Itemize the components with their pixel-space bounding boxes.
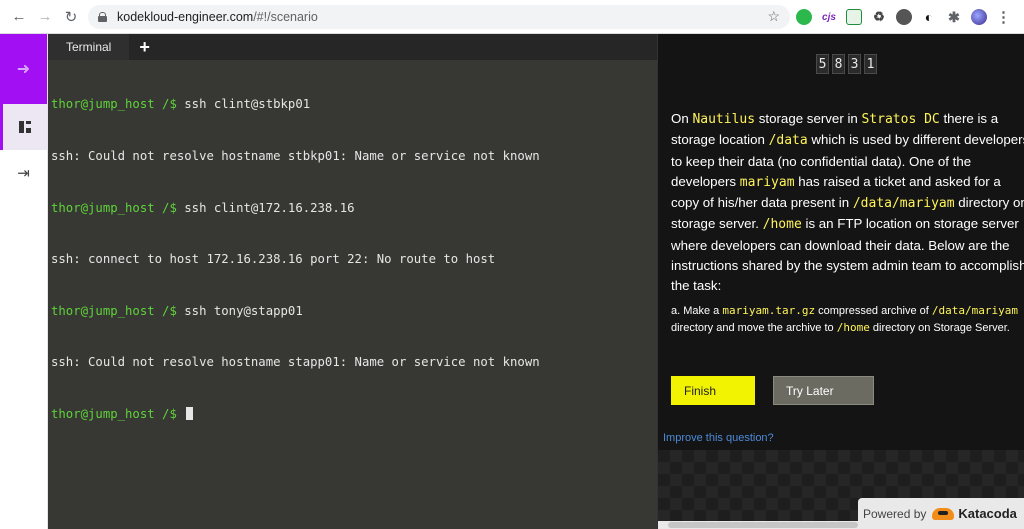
extension-circle-icon[interactable] (896, 9, 912, 25)
terminal-cursor (186, 407, 194, 421)
extensions-puzzle-icon[interactable]: ✱ (946, 9, 962, 25)
powered-by-label: Powered by (863, 506, 927, 521)
rail-arrow-icon[interactable]: ➜ (0, 34, 47, 104)
lock-icon (98, 12, 107, 22)
browser-toolbar: ← → ↻ kodekloud-engineer.com/#!/scenario… (0, 0, 1024, 34)
left-rail: ➜ ⇥ (0, 34, 48, 529)
countdown-timer: 5 8 3 1 (816, 54, 877, 74)
task-panel: 5 8 3 1 On Nautilus storage server in St… (657, 34, 1024, 529)
terminal-line: thor@jump_host /$ (51, 406, 654, 423)
address-bar[interactable]: kodekloud-engineer.com/#!/scenario ☆ (88, 5, 790, 29)
terminal-line: thor@jump_host /$ ssh clint@stbkp01 (51, 97, 311, 112)
reload-button[interactable]: ↻ (60, 6, 82, 28)
try-later-button[interactable]: Try Later (773, 376, 874, 405)
task-description: On Nautilus storage server in Stratos DC… (671, 111, 1024, 294)
timer-digit: 1 (864, 54, 877, 74)
katacoda-brand: Katacoda (958, 506, 1017, 521)
finish-button[interactable]: Finish (671, 376, 755, 405)
terminal-line: ssh: Could not resolve hostname stapp01:… (51, 355, 540, 370)
url-text: kodekloud-engineer.com/#!/scenario (117, 10, 318, 24)
browser-menu-icon[interactable]: ⋮ (996, 8, 1011, 26)
dashboard-icon (19, 121, 31, 133)
back-button[interactable]: ← (8, 6, 30, 28)
terminal-output[interactable]: thor@jump_host /$ ssh clint@stbkp01 ssh:… (48, 60, 657, 529)
extensions-bar: cjs ♻ ◐ ✱ ⋮ (796, 8, 1011, 26)
rail-item-logout[interactable]: ⇥ (0, 150, 47, 196)
timer-digit: 8 (832, 54, 845, 74)
katacoda-logo-icon (932, 505, 955, 523)
forward-button[interactable]: → (34, 6, 56, 28)
terminal-tab-bar: Terminal + (48, 34, 657, 60)
extension-cjs-icon[interactable]: cjs (821, 9, 837, 25)
tab-terminal[interactable]: Terminal (48, 34, 130, 60)
terminal-line: thor@jump_host /$ ssh tony@stapp01 (51, 303, 303, 318)
extension-green-icon[interactable] (796, 9, 812, 25)
add-terminal-tab-button[interactable]: + (139, 34, 150, 60)
task-step: a. Make a mariyam.tar.gz compressed arch… (671, 304, 1018, 334)
logout-icon: ⇥ (17, 165, 30, 182)
bookmark-star-icon[interactable]: ☆ (767, 8, 780, 25)
terminal-line: ssh: connect to host 172.16.238.16 port … (51, 252, 496, 267)
extension-sync-icon[interactable]: ◐ (921, 9, 937, 25)
terminal-line: thor@jump_host /$ ssh clint@172.16.238.1… (51, 200, 355, 215)
rail-item-dashboard[interactable] (0, 104, 47, 150)
horizontal-scrollbar[interactable] (658, 521, 1024, 529)
extension-recycle-icon[interactable]: ♻ (871, 9, 887, 25)
timer-digit: 5 (816, 54, 829, 74)
improve-question-link[interactable]: Improve this question? (663, 432, 774, 444)
extension-sheet-icon[interactable] (846, 9, 862, 25)
scrollbar-thumb[interactable] (668, 522, 858, 528)
terminal-line: ssh: Could not resolve hostname stbkp01:… (51, 149, 540, 164)
timer-digit: 3 (848, 54, 861, 74)
profile-avatar[interactable] (971, 9, 987, 25)
